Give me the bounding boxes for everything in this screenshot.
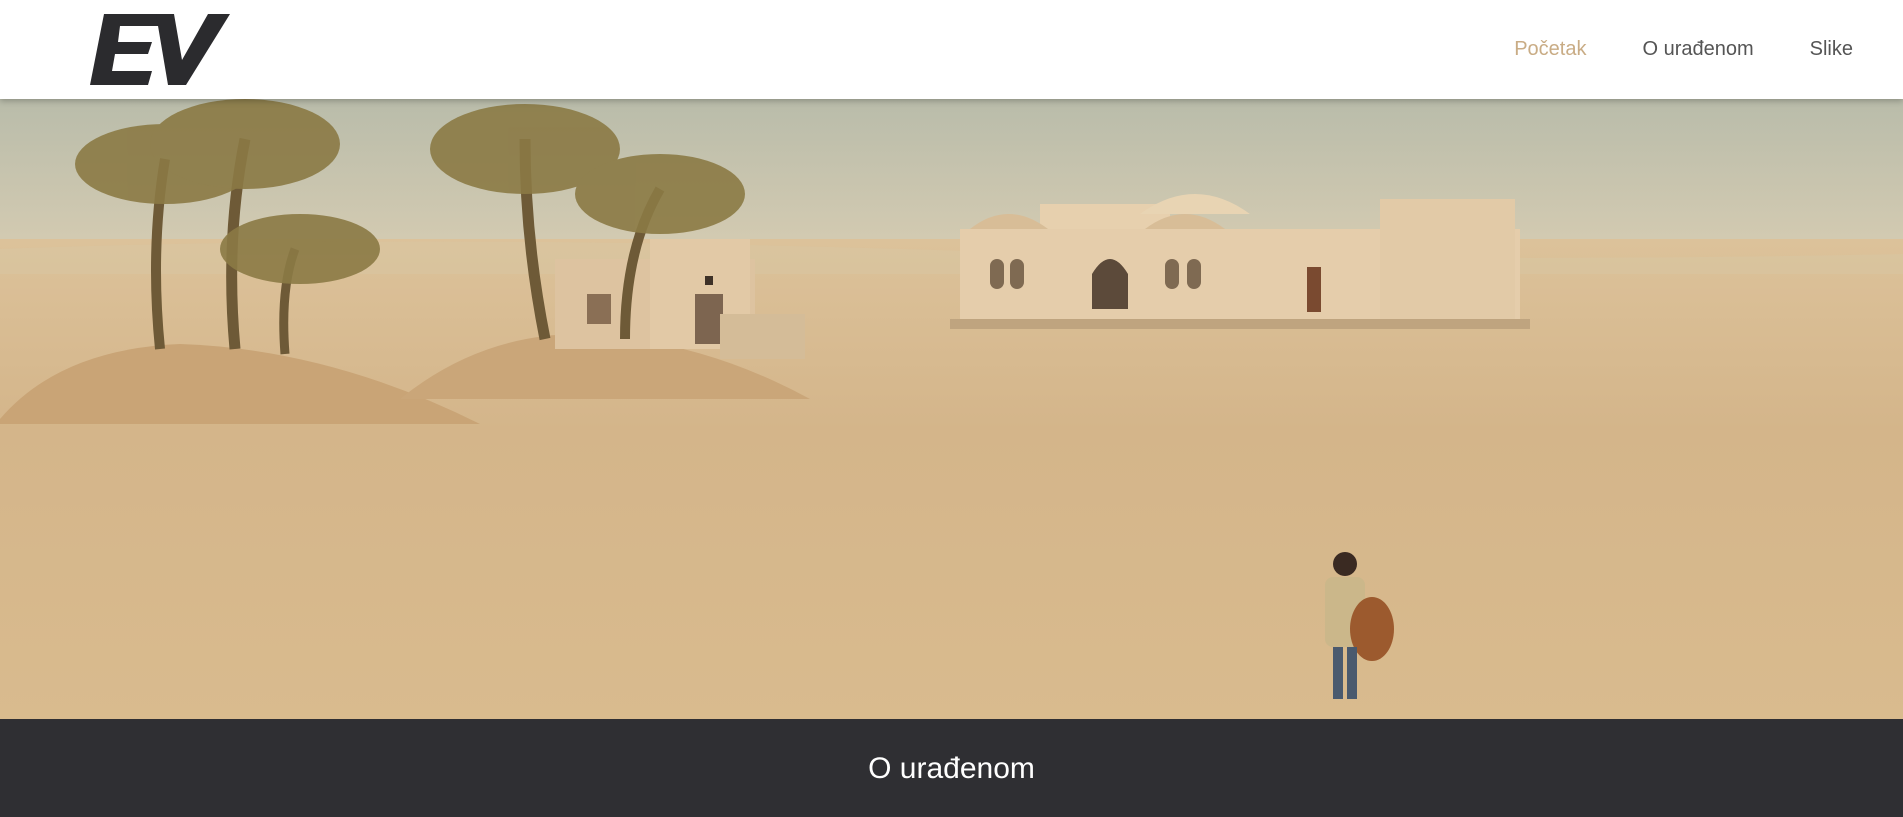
nav-item-o-uradjenom[interactable]: O urađenom [1642, 38, 1753, 61]
hero-image [0, 99, 1903, 719]
ev-logo-icon [90, 14, 230, 85]
section-title: O urađenom [868, 752, 1035, 785]
site-logo[interactable]: EV [90, 14, 230, 85]
main-nav: Početak O urađenom Slike [1514, 0, 1853, 99]
nav-item-pocetak[interactable]: Početak [1514, 38, 1586, 61]
nav-item-slike[interactable]: Slike [1810, 38, 1853, 61]
section-band: O urađenom [0, 719, 1903, 817]
site-header: EV Početak O urađenom Slike [0, 0, 1903, 99]
desert-oasis-photo [0, 99, 1903, 719]
